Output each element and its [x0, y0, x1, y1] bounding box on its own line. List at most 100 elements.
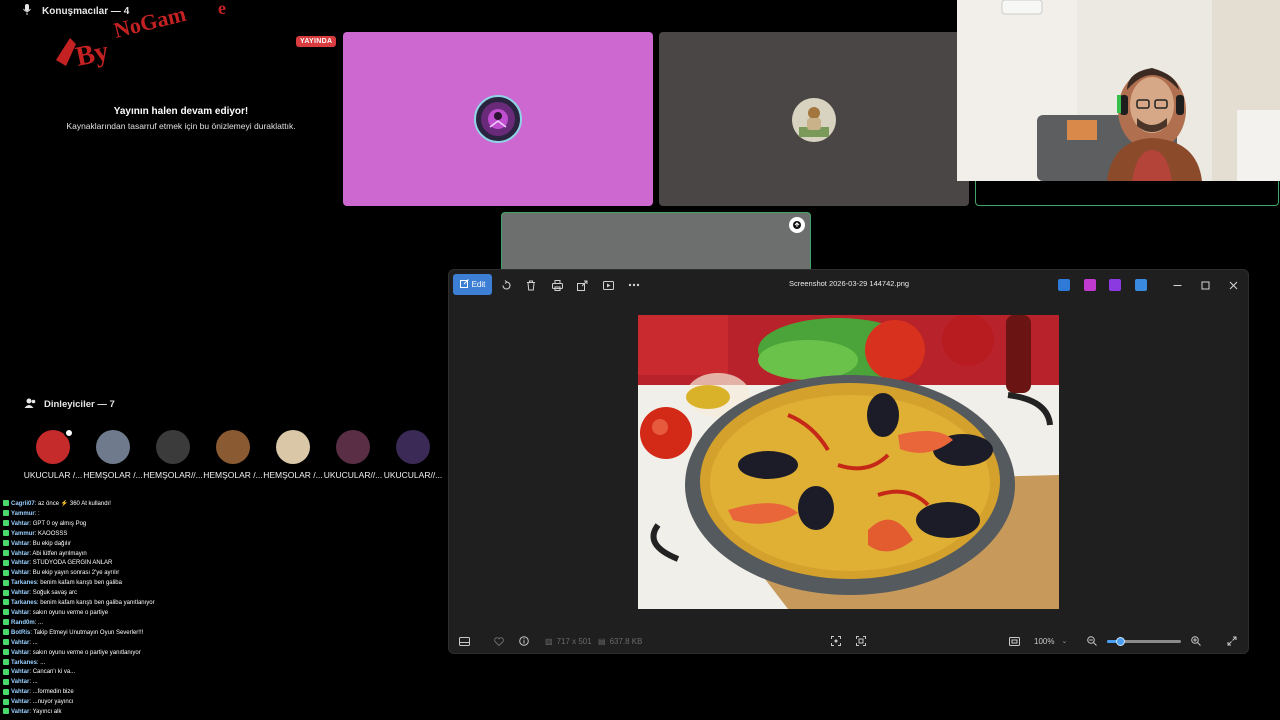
slideshow-icon[interactable] [601, 278, 615, 292]
chat-message: Vahtar: Abi lütfen ayrılmayın [3, 549, 443, 560]
chat-text: benim kafam karıştı ben galiba yanıtlanı… [40, 600, 155, 607]
file-size-value: 637.8 KB [609, 636, 643, 646]
chat-message: Vahtar: ...formedin bize [3, 688, 443, 698]
listener-item[interactable]: HEMŞOLAR /... [262, 430, 324, 480]
chat-message: Rand0m: ... [3, 619, 443, 629]
print-icon[interactable] [550, 278, 564, 292]
chat-username: Vahtar [11, 679, 30, 686]
share-icon[interactable] [575, 278, 589, 292]
participant-avatar [474, 95, 522, 143]
chat-badge-icon [3, 668, 9, 675]
chat-badge-icon [3, 510, 9, 517]
chat-username: Vahtar [11, 540, 30, 547]
chat-message: Vahtar: Soğuk savaş arc [3, 589, 443, 599]
listener-name: UKUCULAR//... [383, 470, 443, 480]
chat-message: Vahtar: sakın oyunu verme o partiye [3, 609, 443, 619]
rotate-icon[interactable] [499, 278, 513, 292]
chat-badge-icon [3, 619, 9, 626]
webcam-overlay [957, 0, 1280, 181]
chat-badge-icon [3, 688, 9, 695]
chat-message: Yammur: : [3, 510, 443, 520]
channel-logo: By NoGam e [48, 0, 248, 80]
listener-item[interactable]: HEMŞOLAR//... [142, 430, 204, 480]
chat-text: Cancan'ı ki va... [32, 669, 76, 676]
more-icon[interactable] [627, 278, 641, 292]
chat-message: Tarkanes: ... [3, 658, 443, 669]
chat-message: Vahtar: Cancan'ı ki va... [3, 668, 443, 678]
close-icon[interactable] [1226, 278, 1240, 292]
listener-name: UKUCULAR//... [323, 470, 383, 480]
avatar [336, 430, 370, 464]
listener-item[interactable]: HEMŞOLAR /... [82, 430, 144, 480]
minimize-icon[interactable] [1170, 278, 1184, 292]
photo-viewer-window: Edit Screenshot 2026-03-29 144742.png ▨ … [448, 269, 1249, 654]
chat-overlay: Cagrii07: az önce ⚡ 360 At kullandı! Yamm… [3, 500, 443, 718]
chat-text: ... [32, 679, 38, 686]
status-icon [64, 428, 74, 438]
filmstrip-icon[interactable] [459, 634, 470, 648]
listener-item[interactable]: HEMŞOLAR /... [202, 430, 264, 480]
zoom-value: 100% [1034, 636, 1055, 646]
zoom-slider[interactable] [1107, 637, 1181, 646]
chat-text: sakın oyunu verme o partiye [32, 609, 109, 616]
chat-username: Vahtar [11, 590, 30, 597]
chat-text: ...nuyor yayıncı [32, 699, 74, 706]
chat-username: Vahtar [11, 689, 30, 696]
users-icon [24, 398, 36, 411]
chat-username: Vahtar [11, 550, 30, 557]
listener-name: HEMŞOLAR /... [83, 470, 143, 480]
chat-username: BotRis [11, 629, 31, 636]
app-icon[interactable] [1058, 279, 1070, 291]
chat-text: STÜDYODA GERGİN ANLAR [32, 560, 113, 567]
screen-share-icon[interactable] [789, 217, 805, 233]
visual-search-icon[interactable] [856, 634, 866, 648]
crop-icon[interactable] [831, 634, 841, 648]
fullscreen-icon[interactable] [1227, 634, 1237, 648]
chat-text: ... [32, 639, 38, 646]
chat-username: Tarkanes [11, 580, 37, 587]
chat-message: BotRis: Takip Etmeyi Unutmayın Oyun Seve… [3, 629, 443, 639]
zoom-out-icon[interactable] [1087, 634, 1097, 648]
chat-username: Tarkanes [11, 600, 37, 607]
app-icon[interactable] [1084, 279, 1096, 291]
participant-tile-active[interactable] [501, 212, 811, 272]
chat-username: Yammur [11, 510, 35, 517]
delete-icon[interactable] [524, 278, 538, 292]
listener-item[interactable]: UKUCULAR//... [382, 430, 444, 480]
chat-username: Vahtar [11, 609, 30, 616]
avatar [396, 430, 430, 464]
zoom-in-icon[interactable] [1191, 634, 1201, 648]
edit-label: Edit [471, 280, 486, 289]
chat-badge-icon [3, 589, 9, 596]
zoom-select[interactable]: 100% ⌄ [1034, 634, 1067, 648]
fit-to-window-icon[interactable] [1009, 634, 1020, 648]
edit-button[interactable]: Edit [453, 274, 492, 295]
chat-text: ...formedin bize [32, 689, 74, 696]
zoom-slider-thumb[interactable] [1116, 637, 1126, 646]
chat-username: Vahtar [11, 709, 30, 716]
listener-item[interactable]: UKUCULAR /... [22, 428, 84, 480]
chat-text: Soğuk savaş arc [32, 590, 78, 597]
chat-message: Tarkanes: benim kafam karıştı ben galiba [3, 579, 443, 589]
listener-item[interactable]: UKUCULAR//... [322, 430, 384, 480]
chat-text: ... [38, 619, 44, 626]
chat-badge-icon [3, 649, 9, 656]
chat-text: ... [40, 659, 46, 666]
participant-avatar [791, 97, 837, 143]
chat-message: Vahtar: Yayıncı alk [3, 708, 443, 718]
chat-badge-icon [3, 540, 9, 547]
viewer-statusbar: ▨ 717 x 501 ▤ 637.8 KB 100% ⌄ [449, 629, 1248, 653]
chat-username: Cagrii07 [11, 501, 35, 507]
maximize-icon[interactable] [1198, 278, 1212, 292]
avatar [96, 430, 130, 464]
chat-message: Vahtar: ...nuyor yayıncı [3, 698, 443, 708]
chat-message: Vahtar: Bu ekip dağılır [3, 540, 443, 550]
info-icon[interactable] [519, 634, 529, 648]
chat-badge-icon [3, 520, 9, 527]
app-icon[interactable] [1135, 279, 1147, 291]
chat-text: Bu ekip yayın sonrası 2'ye ayrılır [32, 570, 120, 577]
app-icon[interactable] [1109, 279, 1121, 291]
listeners-title: Dinleyiciler — 7 [44, 399, 115, 410]
chat-badge-icon [3, 569, 9, 576]
favorite-icon[interactable] [494, 634, 504, 648]
